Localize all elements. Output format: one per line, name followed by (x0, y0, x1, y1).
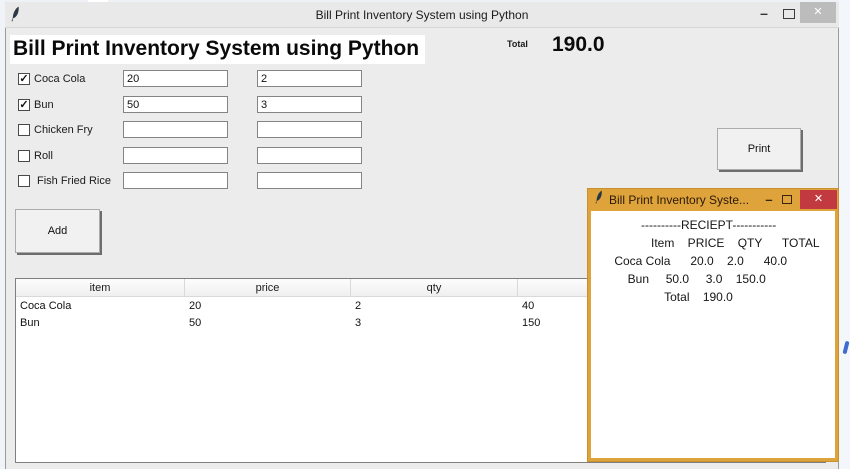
chicken-fry-price-input[interactable] (123, 121, 228, 138)
receipt-window: Bill Print Inventory Syste... – ✕ ------… (587, 188, 839, 462)
minimize-icon[interactable]: – (755, 4, 773, 24)
bun-checkbox[interactable]: ✓ (18, 99, 30, 111)
add-button[interactable]: Add (15, 209, 100, 253)
close-icon: ✕ (814, 193, 823, 205)
receipt-line: Coca Cola 20.0 2.0 40.0 (591, 252, 835, 270)
receipt-titlebar[interactable]: Bill Print Inventory Syste... – ✕ (588, 189, 838, 210)
item-row-fish-fried-rice: Fish Fried Rice (0, 172, 620, 190)
coca-cola-checkbox[interactable]: ✓ (18, 73, 30, 85)
fish-fried-rice-qty-input[interactable] (257, 172, 362, 189)
chicken-fry-qty-input[interactable] (257, 121, 362, 138)
total-label: Total (507, 39, 528, 49)
desktop-edge-right (839, 0, 850, 469)
minimize-icon[interactable]: – (762, 192, 776, 207)
item-label: Roll (34, 150, 53, 162)
cell-item: Coca Cola (16, 300, 185, 312)
coca-cola-price-input[interactable] (123, 70, 228, 87)
receipt-line: ----------RECIEPT----------- (591, 216, 835, 234)
table-header-item[interactable]: item (16, 279, 185, 296)
receipt-line: Item PRICE QTY TOTAL (591, 234, 835, 252)
screen: Bill Print Inventory System using Python… (0, 0, 850, 469)
close-icon: ✕ (813, 6, 822, 18)
check-icon: ✓ (19, 99, 28, 111)
chicken-fry-checkbox[interactable] (18, 124, 30, 136)
close-button[interactable]: ✕ (800, 190, 837, 209)
table-header-price[interactable]: price (185, 279, 351, 296)
print-button[interactable]: Print (717, 128, 801, 170)
close-button[interactable]: ✕ (800, 2, 836, 23)
item-label: Coca Cola (34, 73, 85, 85)
check-icon: ✓ (19, 73, 28, 85)
item-label: Fish Fried Rice (37, 175, 111, 187)
cell-item: Bun (16, 317, 185, 329)
roll-price-input[interactable] (123, 147, 228, 164)
coca-cola-qty-input[interactable] (257, 70, 362, 87)
tkinter-feather-icon (594, 190, 604, 209)
bun-price-input[interactable] (123, 96, 228, 113)
receipt-line: Total 190.0 (591, 288, 835, 306)
table-header-qty[interactable]: qty (351, 279, 518, 296)
item-row-coca-cola: ✓ Coca Cola (0, 70, 620, 88)
bun-qty-input[interactable] (257, 96, 362, 113)
item-row-chicken-fry: Chicken Fry (0, 121, 620, 139)
maximize-icon[interactable] (782, 195, 792, 204)
main-titlebar[interactable]: Bill Print Inventory System using Python… (5, 2, 839, 28)
cell-price: 50 (185, 317, 351, 329)
cell-price: 20 (185, 300, 351, 312)
item-row-roll: Roll (0, 147, 620, 165)
receipt-line: Bun 50.0 3.0 150.0 (591, 270, 835, 288)
page-title: Bill Print Inventory System using Python (10, 35, 425, 64)
roll-qty-input[interactable] (257, 147, 362, 164)
receipt-window-title: Bill Print Inventory Syste... (609, 193, 762, 207)
cell-qty: 3 (351, 317, 518, 329)
item-row-bun: ✓ Bun (0, 96, 620, 114)
maximize-icon[interactable] (783, 9, 795, 19)
fish-fried-rice-checkbox[interactable] (18, 175, 30, 187)
receipt-body: ----------RECIEPT----------- Item PRICE … (591, 211, 835, 458)
total-value: 190.0 (552, 33, 605, 57)
roll-checkbox[interactable] (18, 150, 30, 162)
fish-fried-rice-price-input[interactable] (123, 172, 228, 189)
cell-qty: 2 (351, 300, 518, 312)
main-window-title: Bill Print Inventory System using Python (5, 8, 839, 22)
item-label: Bun (34, 99, 54, 111)
item-label: Chicken Fry (34, 124, 93, 136)
